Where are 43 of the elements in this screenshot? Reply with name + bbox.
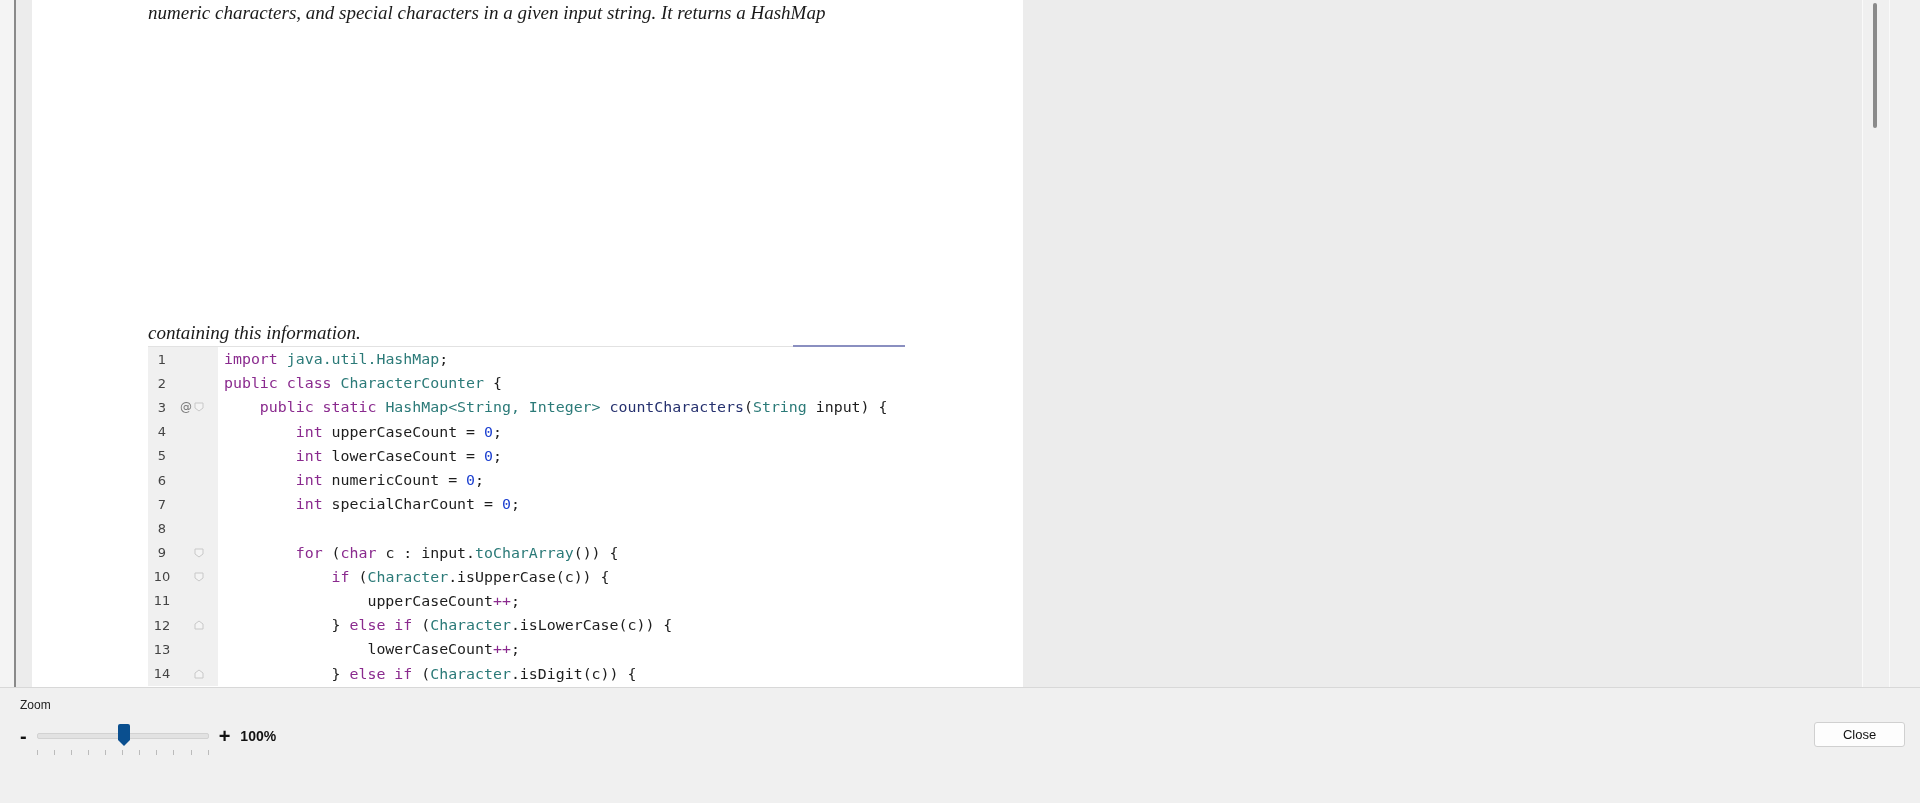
zoom-label: Zoom <box>20 698 51 712</box>
line-number: 11 <box>152 593 172 609</box>
code-line: int upperCaseCount = 0; <box>294 422 502 441</box>
line-number: 5 <box>156 448 168 464</box>
code-line: import java.util.HashMap; <box>224 350 449 369</box>
fold-icon[interactable] <box>194 547 204 558</box>
zoom-out-button[interactable]: - <box>20 724 27 748</box>
line-number: 6 <box>156 472 168 488</box>
line-number: 1 <box>156 351 168 367</box>
line-number: 9 <box>156 545 168 561</box>
line-number: 12 <box>152 617 172 633</box>
slider-thumb[interactable] <box>118 724 131 746</box>
code-line: if (Character.isUpperCase(c)) { <box>330 567 610 586</box>
line-number: 10 <box>152 569 172 585</box>
zoom-in-button[interactable]: + <box>218 724 231 748</box>
line-number: 4 <box>156 424 168 440</box>
slider-track[interactable] <box>36 733 209 739</box>
paragraph-text: containing this information. <box>148 322 361 344</box>
fold-icon[interactable] <box>194 668 204 679</box>
zoom-percentage: 100% <box>240 728 277 744</box>
paragraph-text: numeric characters, and special characters in a given input string. It returns a HashMap <box>148 2 826 24</box>
line-number: 7 <box>156 496 168 512</box>
annotation-marker: @ <box>180 400 192 415</box>
line-number: 3 <box>156 399 168 415</box>
code-line: } else if (Character.isLowerCase(c)) { <box>330 616 673 635</box>
code-line: upperCaseCount++; <box>366 591 520 610</box>
fold-icon[interactable] <box>194 402 204 413</box>
line-number: 8 <box>156 520 168 536</box>
scrollbar[interactable] <box>1862 0 1890 687</box>
code-line: public class CharacterCounter { <box>224 374 502 393</box>
close-button[interactable]: Close <box>1814 722 1905 747</box>
code-line: public static HashMap<String, Integer> countCharacters(String input) { <box>258 398 888 417</box>
line-number: 2 <box>156 375 168 391</box>
line-number: 13 <box>152 641 172 657</box>
code-line: int numericCount = 0; <box>294 471 484 490</box>
code-line: } else if (Character.isDigit(c)) { <box>330 664 637 683</box>
code-line: for (char c : input.toCharArray()) { <box>294 543 619 562</box>
code-line: lowerCaseCount++; <box>366 640 520 659</box>
fold-icon[interactable] <box>194 620 204 631</box>
fold-icon[interactable] <box>194 571 204 582</box>
line-number: 14 <box>152 666 172 682</box>
code-line: int specialCharCount = 0; <box>294 495 520 514</box>
code-line: int lowerCaseCount = 0; <box>294 446 502 465</box>
